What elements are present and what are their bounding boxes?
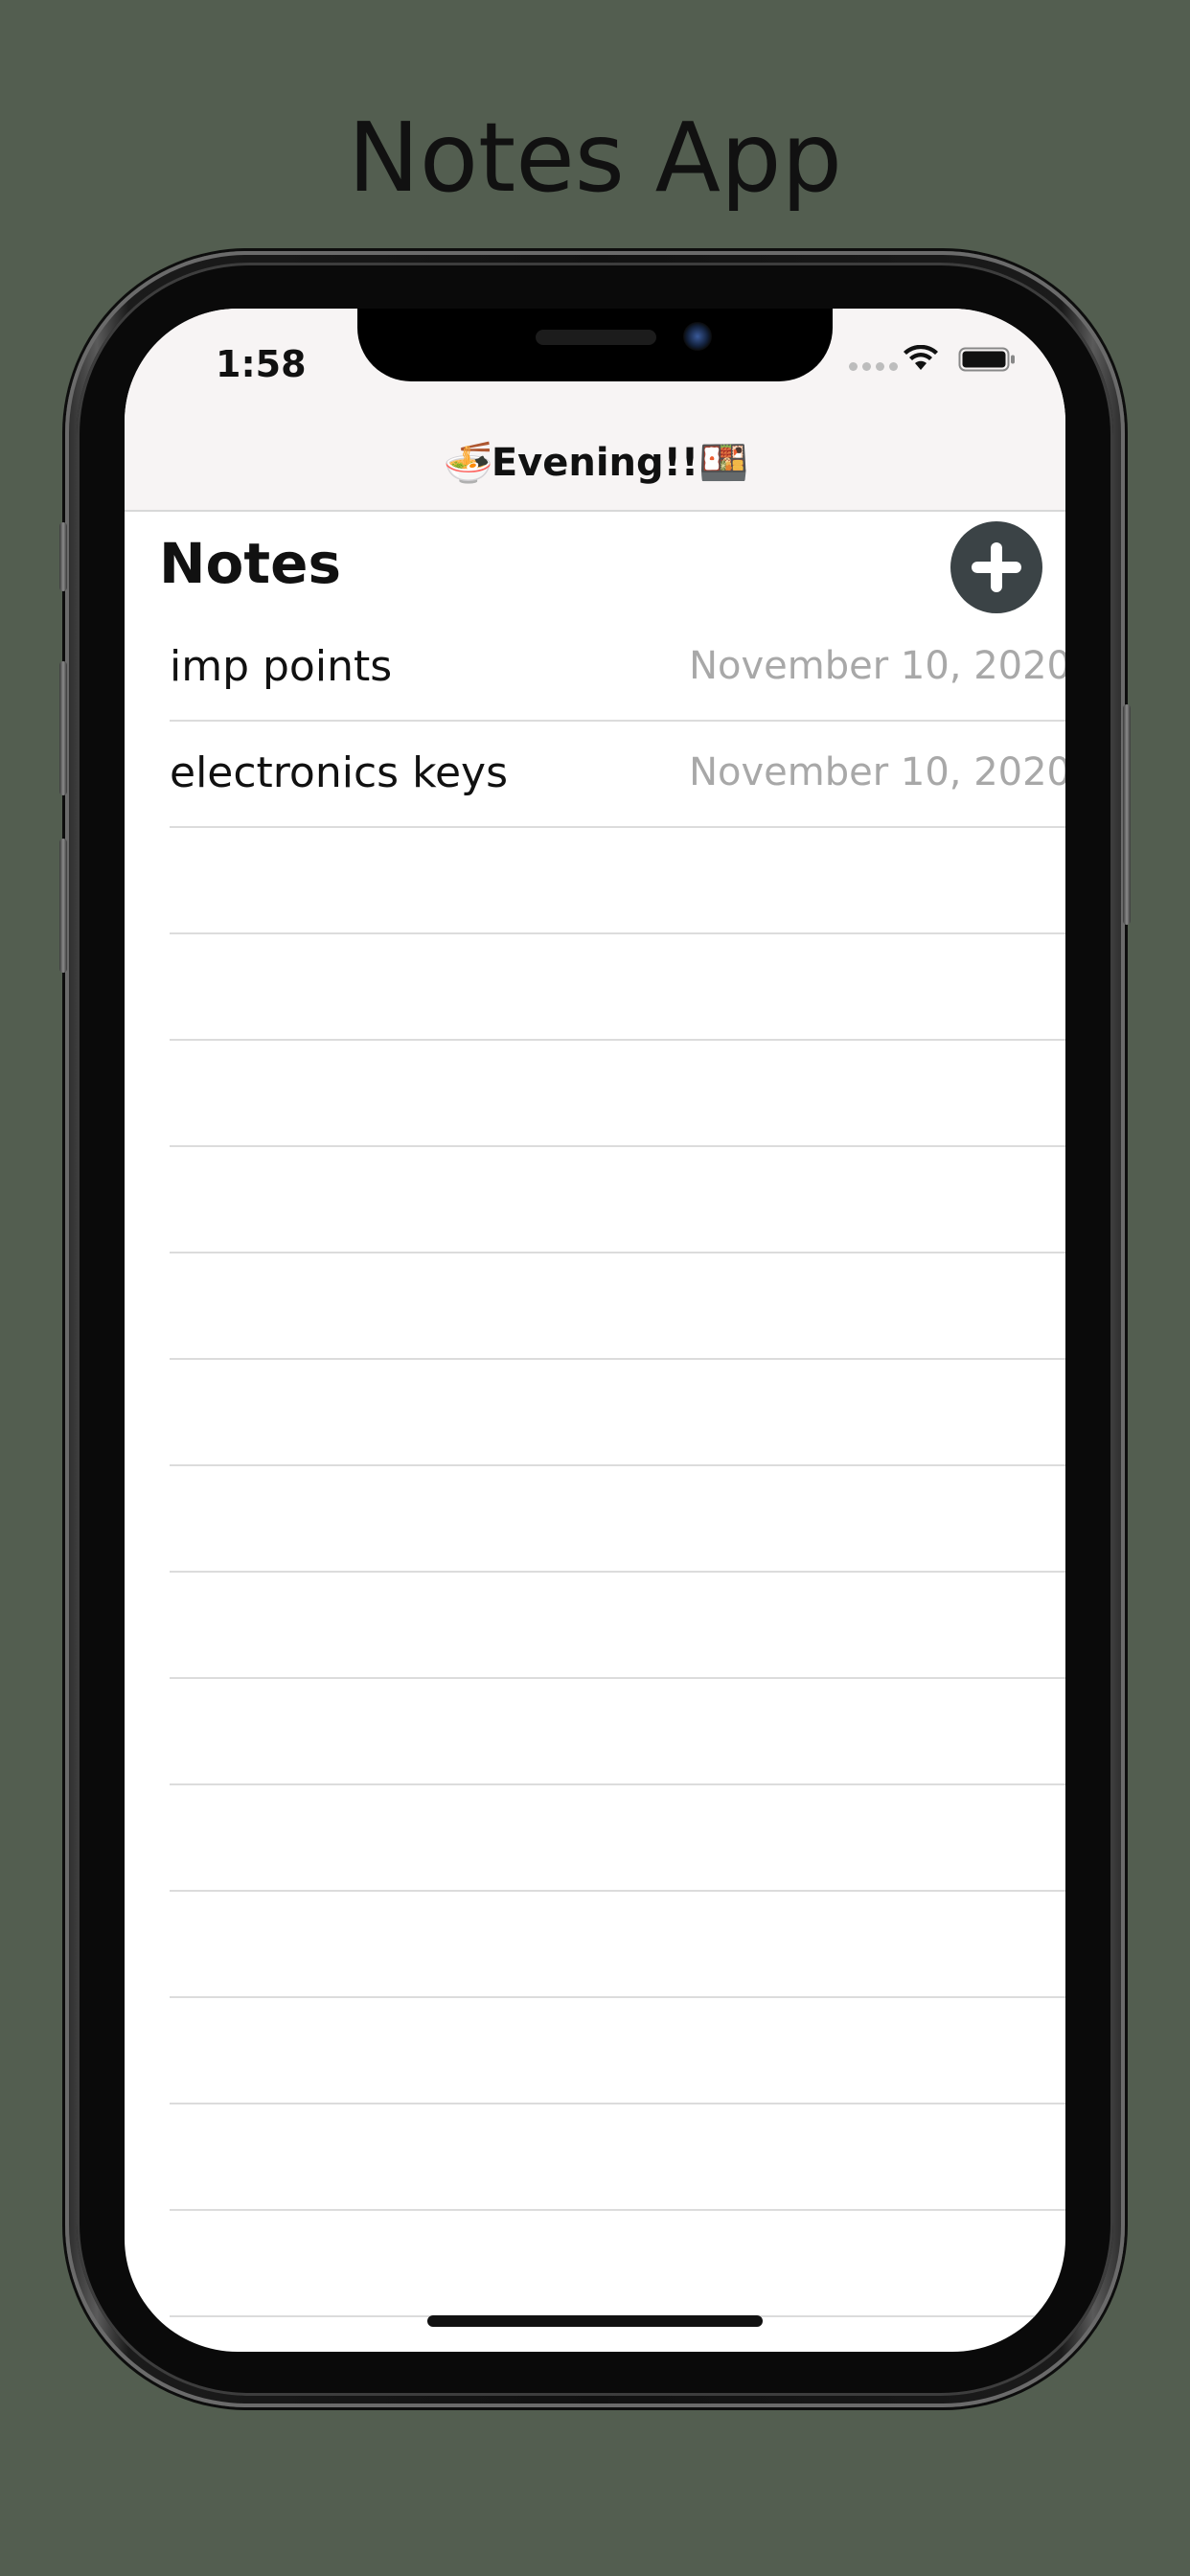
- note-title: electronics keys: [170, 748, 509, 797]
- notch: [357, 309, 833, 381]
- empty-row: [170, 1466, 1065, 1573]
- speaker-grille: [536, 330, 656, 345]
- empty-row: [170, 1254, 1065, 1360]
- empty-row: [170, 1147, 1065, 1254]
- nav-title-group: 🍜 Evening!! 🍱: [125, 439, 1065, 487]
- bento-box-emoji: 🍱: [698, 439, 749, 486]
- battery-icon: [958, 347, 1015, 372]
- front-camera: [683, 322, 712, 351]
- empty-row: [170, 1892, 1065, 1998]
- navigation-bar: 🍜 Evening!! 🍱: [125, 414, 1065, 512]
- cellular-signal-icon: [849, 362, 898, 371]
- add-note-button[interactable]: [950, 521, 1042, 613]
- empty-row: [170, 1041, 1065, 1147]
- note-date: November 10, 2020: [689, 750, 1065, 794]
- power-button: [1123, 704, 1131, 925]
- notes-list: imp points November 10, 2020 electronics…: [170, 615, 1065, 2352]
- mute-switch: [59, 522, 67, 591]
- empty-row: [170, 2104, 1065, 2211]
- plus-icon: [972, 542, 1021, 592]
- empty-row: [170, 828, 1065, 934]
- note-title: imp points: [170, 642, 393, 691]
- status-bar: 1:58: [125, 309, 1065, 414]
- note-row-electronics-keys[interactable]: electronics keys November 10, 2020: [170, 722, 1065, 828]
- note-date: November 10, 2020: [689, 644, 1065, 688]
- status-time: 1:58: [216, 343, 307, 385]
- nav-title: Evening!!: [491, 441, 699, 485]
- notes-header: Notes: [159, 531, 341, 596]
- page-title: Notes App: [348, 102, 842, 214]
- volume-down-button: [59, 839, 67, 973]
- empty-row: [170, 1998, 1065, 2104]
- empty-row: [170, 1573, 1065, 1679]
- volume-up-button: [59, 661, 67, 795]
- empty-row: [170, 1785, 1065, 1892]
- noodle-bowl-emoji: 🍜: [443, 439, 494, 486]
- home-indicator[interactable]: [427, 2315, 763, 2327]
- empty-row: [170, 934, 1065, 1041]
- note-row-imp-points[interactable]: imp points November 10, 2020: [170, 615, 1065, 722]
- phone-screen: 1:58 🍜 Evening!! 🍱 Notes imp points Nove…: [125, 309, 1065, 2352]
- empty-row: [170, 1679, 1065, 1785]
- wifi-icon: [904, 345, 938, 370]
- empty-row: [170, 2211, 1065, 2317]
- empty-row: [170, 1360, 1065, 1466]
